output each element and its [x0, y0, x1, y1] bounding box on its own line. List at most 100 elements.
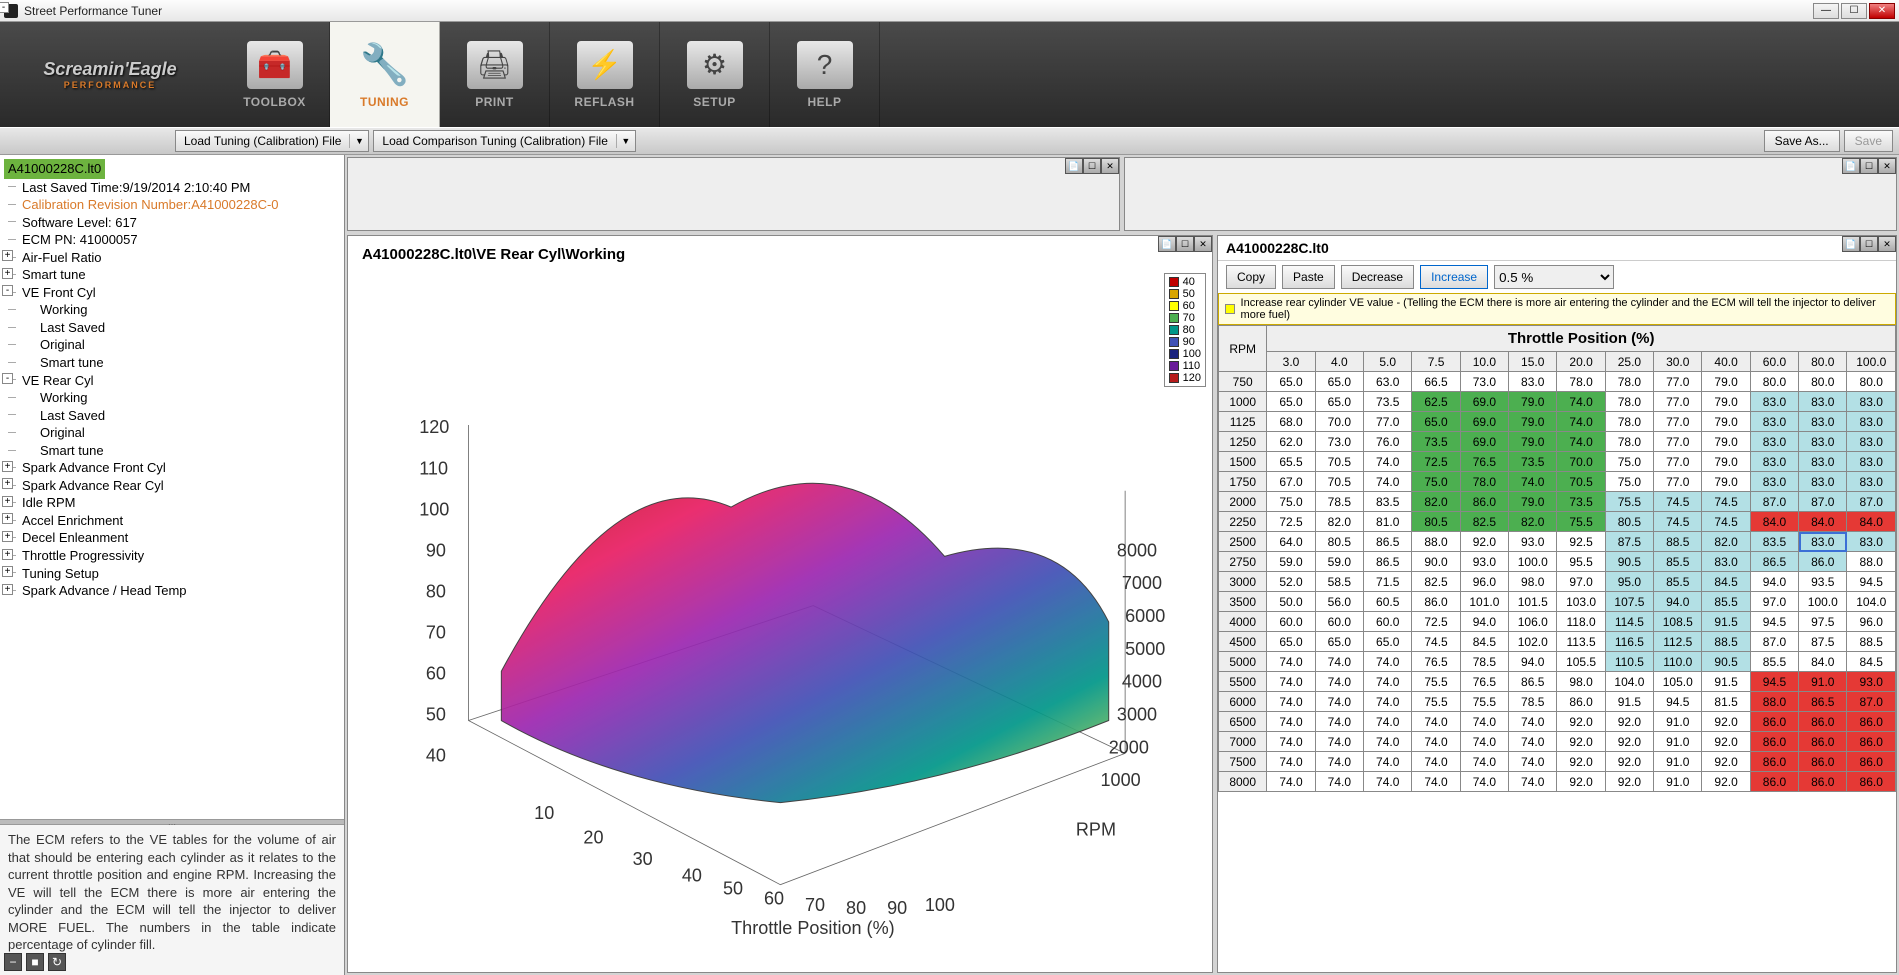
ve-cell[interactable]: 85.5 [1750, 652, 1798, 672]
ve-cell[interactable]: 74.0 [1267, 752, 1315, 772]
ve-cell[interactable]: 75.5 [1460, 692, 1508, 712]
ve-cell[interactable]: 82.0 [1509, 512, 1557, 532]
ve-cell[interactable]: 70.0 [1557, 452, 1605, 472]
load-tuning-file-button[interactable]: Load Tuning (Calibration) File ▼ [175, 130, 369, 152]
ve-cell[interactable]: 94.5 [1750, 672, 1798, 692]
ve-cell[interactable]: 107.5 [1605, 592, 1653, 612]
rpm-cell[interactable]: 5500 [1219, 672, 1267, 692]
close-button[interactable]: ✕ [1869, 3, 1895, 19]
ve-cell[interactable]: 84.0 [1799, 652, 1847, 672]
ve-cell[interactable]: 92.5 [1557, 532, 1605, 552]
ve-cell[interactable]: 78.5 [1509, 692, 1557, 712]
ve-cell[interactable]: 106.0 [1509, 612, 1557, 632]
ve-cell[interactable]: 86.0 [1750, 732, 1798, 752]
tree-item[interactable]: -VE Front Cyl [4, 284, 340, 302]
rpm-cell[interactable]: 2500 [1219, 532, 1267, 552]
ve-cell[interactable]: 74.0 [1267, 692, 1315, 712]
expand-icon[interactable]: + [2, 566, 13, 577]
ve-cell[interactable]: 80.0 [1847, 372, 1896, 392]
tree-subitem[interactable]: Original [4, 424, 340, 442]
expand-icon[interactable]: + [2, 478, 13, 489]
help-stop-button[interactable]: ■ [26, 953, 44, 971]
rpm-cell[interactable]: 1250 [1219, 432, 1267, 452]
rpm-cell[interactable]: 2000 [1219, 492, 1267, 512]
ve-cell[interactable]: 86.5 [1750, 552, 1798, 572]
ve-cell[interactable]: 52.0 [1267, 572, 1315, 592]
ve-cell[interactable]: 82.5 [1460, 512, 1508, 532]
ve-cell[interactable]: 83.0 [1799, 432, 1847, 452]
tree-item[interactable]: +Tuning Setup [4, 565, 340, 583]
ve-cell[interactable]: 94.0 [1460, 612, 1508, 632]
ve-cell[interactable]: 92.0 [1557, 712, 1605, 732]
expand-icon[interactable]: + [2, 549, 13, 560]
pane-pin-icon[interactable]: 📄 [1842, 236, 1860, 252]
ve-cell[interactable]: 58.5 [1315, 572, 1363, 592]
ve-cell[interactable]: 74.0 [1557, 432, 1605, 452]
ve-cell[interactable]: 74.0 [1412, 752, 1460, 772]
ve-cell[interactable]: 65.0 [1412, 412, 1460, 432]
ve-cell[interactable]: 74.0 [1460, 732, 1508, 752]
ve-cell[interactable]: 79.0 [1509, 492, 1557, 512]
ve-cell[interactable]: 90.5 [1605, 552, 1653, 572]
ve-cell[interactable]: 108.5 [1654, 612, 1702, 632]
ve-cell[interactable]: 74.0 [1315, 732, 1363, 752]
ve-cell[interactable]: 83.0 [1847, 532, 1896, 552]
ve-cell[interactable]: 97.5 [1799, 612, 1847, 632]
ve-cell[interactable]: 65.0 [1315, 632, 1363, 652]
col-header[interactable]: 60.0 [1750, 352, 1798, 372]
tree-subitem[interactable]: Smart tune [4, 354, 340, 372]
ve-cell[interactable]: 74.0 [1364, 752, 1412, 772]
ve-cell[interactable]: 93.0 [1509, 532, 1557, 552]
ribbon-help[interactable]: ? HELP [770, 22, 880, 127]
decrease-button[interactable]: Decrease [1341, 265, 1414, 289]
tree-ecm-pn[interactable]: ECM PN: 41000057 [4, 231, 340, 249]
ribbon-print[interactable]: 🖨 PRINT [440, 22, 550, 127]
ve-cell[interactable]: 92.0 [1557, 772, 1605, 792]
ve-cell[interactable]: 75.0 [1605, 472, 1653, 492]
ve-cell[interactable]: 56.0 [1315, 592, 1363, 612]
ve-cell[interactable]: 74.0 [1364, 472, 1412, 492]
ve-cell[interactable]: 74.0 [1412, 732, 1460, 752]
ve-cell[interactable]: 112.5 [1654, 632, 1702, 652]
tree-subitem[interactable]: Smart tune [4, 442, 340, 460]
ve-cell[interactable]: 78.5 [1460, 652, 1508, 672]
ve-cell[interactable]: 88.0 [1412, 532, 1460, 552]
maximize-button[interactable]: ☐ [1841, 3, 1867, 19]
ve-cell[interactable]: 83.0 [1847, 472, 1896, 492]
rpm-cell[interactable]: 1500 [1219, 452, 1267, 472]
ve-cell[interactable]: 79.0 [1702, 452, 1750, 472]
ve-cell[interactable]: 97.0 [1750, 592, 1798, 612]
ve-cell[interactable]: 75.5 [1412, 672, 1460, 692]
ve-cell[interactable]: 73.5 [1364, 392, 1412, 412]
ve-cell[interactable]: 65.0 [1267, 632, 1315, 652]
ve-cell[interactable]: 100.0 [1799, 592, 1847, 612]
ve-cell[interactable]: 84.5 [1847, 652, 1896, 672]
ve-cell[interactable]: 85.5 [1654, 572, 1702, 592]
ve-cell[interactable]: 74.0 [1267, 772, 1315, 792]
ve-cell[interactable]: 87.0 [1799, 492, 1847, 512]
ve-cell[interactable]: 70.0 [1315, 412, 1363, 432]
ve-cell[interactable]: 77.0 [1364, 412, 1412, 432]
ve-cell[interactable]: 86.5 [1799, 692, 1847, 712]
ve-cell[interactable]: 60.5 [1364, 592, 1412, 612]
ve-cell[interactable]: 92.0 [1460, 532, 1508, 552]
col-header[interactable]: 80.0 [1799, 352, 1847, 372]
ve-cell[interactable]: 66.5 [1412, 372, 1460, 392]
ve-cell[interactable]: 82.0 [1412, 492, 1460, 512]
ve-cell[interactable]: 65.0 [1267, 372, 1315, 392]
ve-cell[interactable]: 74.0 [1509, 732, 1557, 752]
tree-last-saved[interactable]: Last Saved Time:9/19/2014 2:10:40 PM [4, 179, 340, 197]
ve-cell[interactable]: 87.0 [1750, 492, 1798, 512]
ve-cell[interactable]: 83.0 [1847, 432, 1896, 452]
ve-cell[interactable]: 92.0 [1605, 772, 1653, 792]
ve-cell[interactable]: 74.5 [1654, 512, 1702, 532]
help-collapse-button[interactable]: − [4, 953, 22, 971]
ve-cell[interactable]: 74.0 [1364, 652, 1412, 672]
ve-cell[interactable]: 78.0 [1605, 392, 1653, 412]
ve-cell[interactable]: 86.0 [1799, 552, 1847, 572]
ve-cell[interactable]: 75.0 [1605, 452, 1653, 472]
tree-item[interactable]: +Throttle Progressivity [4, 547, 340, 565]
ve-cell[interactable]: 102.0 [1509, 632, 1557, 652]
ve-cell[interactable]: 74.0 [1364, 692, 1412, 712]
ve-cell[interactable]: 72.5 [1267, 512, 1315, 532]
